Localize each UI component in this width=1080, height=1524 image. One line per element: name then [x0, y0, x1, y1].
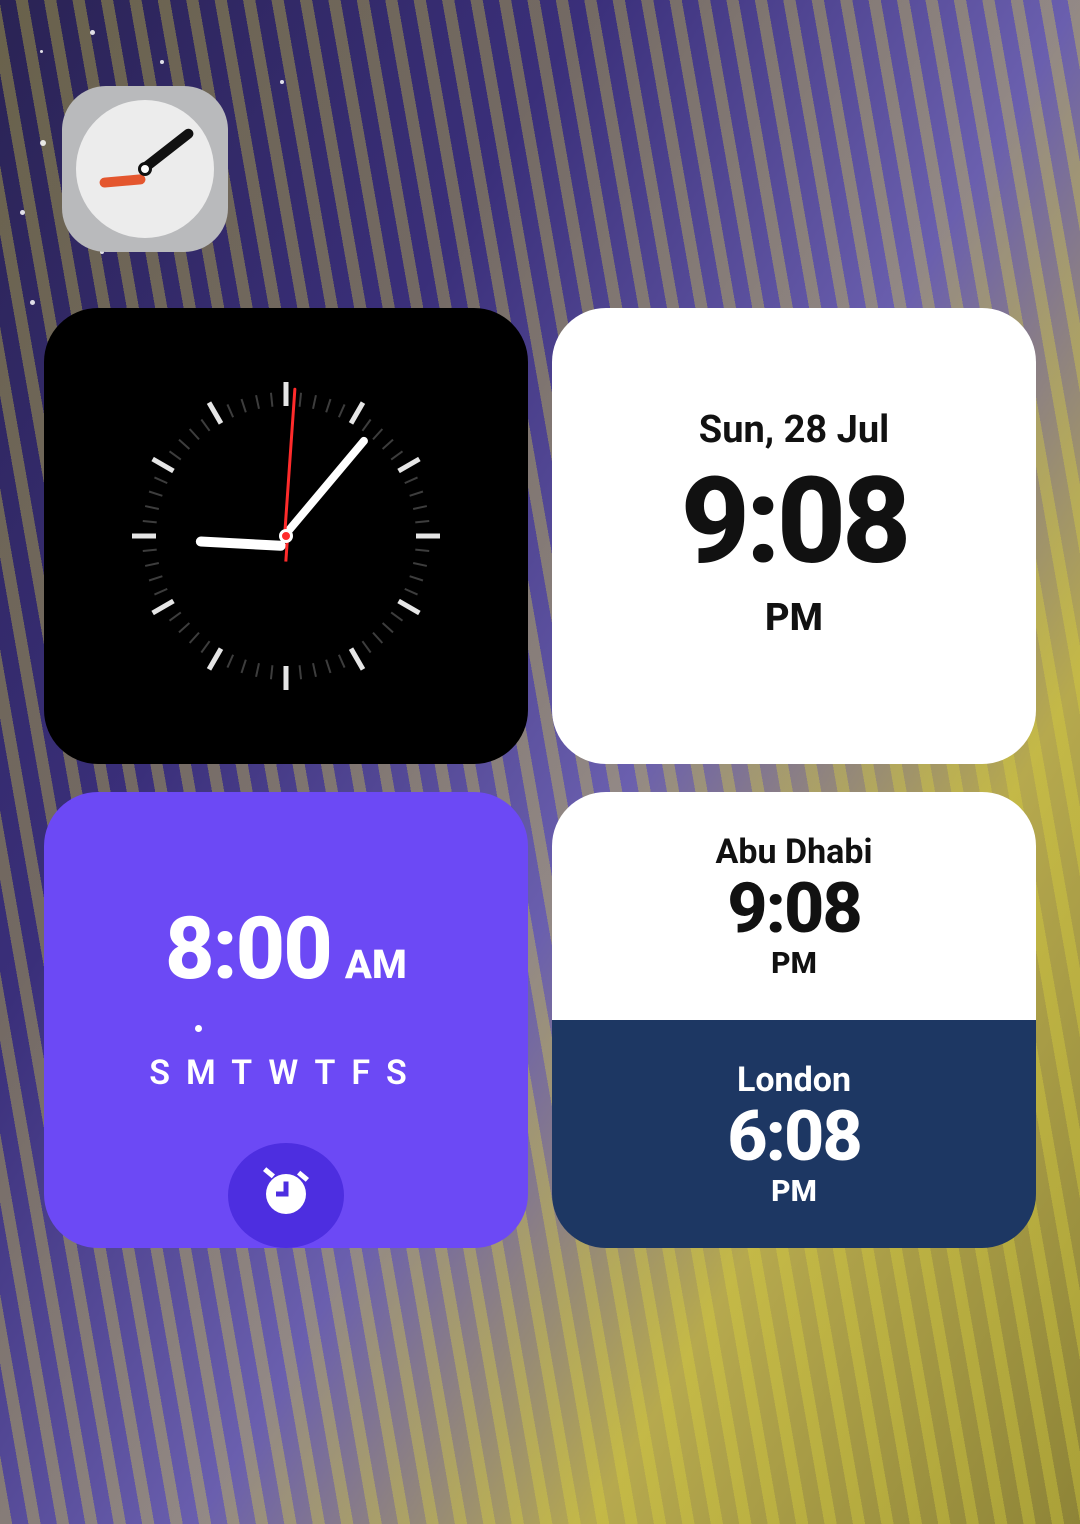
city-name: Abu Dhabi — [716, 832, 873, 872]
digital-clock-widget[interactable]: Sun, 28 Jul 9:08 PM — [552, 308, 1036, 764]
clock-app-icon[interactable] — [62, 86, 228, 252]
world-clock-widget[interactable]: Abu Dhabi 9:08 PM London 6:08 PM — [552, 792, 1036, 1248]
alarm-time: 8:00 — [165, 898, 331, 999]
digital-date: Sun, 28 Jul — [699, 408, 889, 452]
clock-face-icon — [76, 100, 214, 238]
city-ampm: PM — [771, 946, 817, 981]
alarm-clock-icon — [256, 1164, 316, 1228]
add-alarm-button[interactable] — [228, 1143, 344, 1248]
city-name: London — [737, 1060, 851, 1100]
alarm-ampm: AM — [345, 941, 407, 988]
world-clock-city-2: London 6:08 PM — [552, 1020, 1036, 1248]
city-time: 9:08 — [727, 874, 860, 944]
digital-time: 9:08 — [681, 462, 908, 582]
city-time: 6:08 — [727, 1102, 860, 1172]
alarm-days: SMTWTFS — [149, 1053, 423, 1093]
analog-dial — [136, 386, 436, 686]
alarm-widget[interactable]: 8:00 AM SMTWTFS — [44, 792, 528, 1248]
analog-clock-widget[interactable] — [44, 308, 528, 764]
digital-ampm: PM — [765, 596, 823, 640]
world-clock-city-1: Abu Dhabi 9:08 PM — [552, 792, 1036, 1020]
city-ampm: PM — [771, 1174, 817, 1209]
